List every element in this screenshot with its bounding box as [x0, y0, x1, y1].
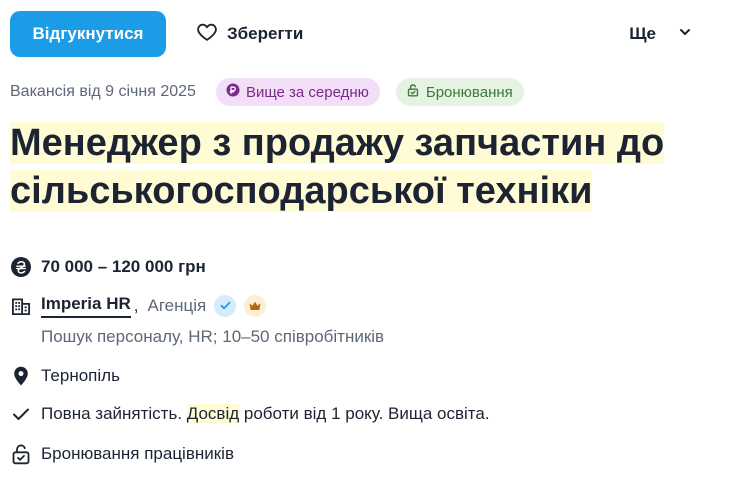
booking-value: Бронювання працівників — [41, 444, 234, 463]
vacancy-date: Вакансія від 9 січня 2025 — [10, 83, 196, 100]
employment-text: Повна зайнятість. Досвід роботи від 1 ро… — [41, 403, 490, 425]
action-bar: Відгукнутися Зберегти Ще — [10, 11, 730, 57]
vacancy-title-line-2: сільськогосподарської техніки — [10, 170, 593, 212]
salary-level-badge: Вище за середню — [215, 78, 380, 106]
company-row: Imperia HR , Агенція — [10, 293, 267, 318]
check-icon — [220, 301, 231, 310]
vacancy-page: Відгукнутися Зберегти Ще Вакансія від 9 … — [0, 0, 740, 489]
vacancy-title-line-1: Менеджер з продажу запчастин до — [10, 122, 665, 164]
save-button[interactable]: Зберегти — [196, 11, 303, 57]
company-type: Агенція — [147, 295, 207, 315]
coin-icon — [226, 83, 240, 101]
check-icon — [10, 403, 32, 425]
salary-level-label: Вище за середню — [245, 83, 369, 101]
heart-icon — [196, 21, 218, 48]
reservation-label: Бронювання — [425, 83, 513, 101]
apply-button[interactable]: Відгукнутися — [10, 11, 166, 57]
booking-row: Бронювання працівників — [10, 443, 234, 465]
more-label: Ще — [629, 24, 656, 43]
company-separator: , — [133, 295, 139, 315]
chevron-down-icon — [678, 24, 692, 44]
map-pin-icon — [10, 365, 32, 387]
company-link[interactable]: Imperia HR — [41, 293, 131, 318]
salary-row: 70 000 – 120 000 грн — [10, 256, 206, 278]
lock-icon — [10, 443, 32, 465]
vacancy-title: Менеджер з продажу запчастин до сільсько… — [10, 119, 710, 215]
location-value: Тернопіль — [41, 366, 120, 385]
vacancy-meta: Вакансія від 9 січня 2025 Вище за середн… — [10, 78, 524, 106]
more-button[interactable]: Ще — [629, 11, 692, 57]
company-description: Пошук персоналу, HR; 10–50 співробітникі… — [41, 327, 385, 346]
building-icon — [10, 295, 32, 317]
location-row: Тернопіль — [10, 365, 120, 387]
employment-row: Повна зайнятість. Досвід роботи від 1 ро… — [10, 403, 490, 425]
save-label: Зберегти — [227, 24, 304, 43]
crown-icon — [249, 301, 261, 310]
reservation-badge: Бронювання — [395, 78, 524, 106]
verified-badge[interactable] — [214, 294, 237, 317]
employment-text-end: роботи від 1 року. Вища освіта. — [239, 404, 490, 423]
premium-badge[interactable] — [244, 294, 267, 317]
salary-value: 70 000 – 120 000 грн — [41, 257, 206, 276]
employment-text-highlight: Досвід — [186, 404, 240, 423]
employment-text-start: Повна зайнятість. — [41, 404, 187, 423]
lock-icon — [406, 83, 420, 101]
hryvnia-icon — [10, 256, 32, 278]
